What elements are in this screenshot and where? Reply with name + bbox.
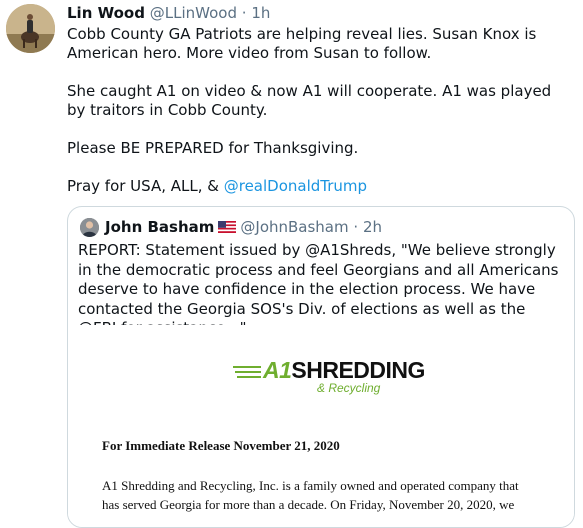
tweet-line-3: Please BE PREPARED for Thanksgiving. [67, 139, 359, 157]
tweet-header: Lin Wood @LLinWood · 1h [67, 3, 270, 23]
logo-text: A1SHREDDING [263, 357, 425, 384]
mention-link[interactable]: @realDonaldTrump [224, 177, 367, 195]
tweet-line-2: She caught A1 on video & now A1 will coo… [67, 82, 552, 119]
logo-a1: A1 [263, 357, 292, 383]
company-logo: A1SHREDDING & Recycling [233, 357, 425, 401]
logo-subtitle: & Recycling [317, 381, 381, 395]
quoted-text: REPORT: Statement issued by @A1Shreds, "… [78, 241, 559, 337]
logo-word: SHREDDING [291, 357, 425, 383]
document-line-1: A1 Shredding and Recycling, Inc. is a fa… [102, 478, 519, 493]
tweet-time[interactable]: 1h [251, 4, 270, 22]
quoted-tweet[interactable]: John Basham @JohnBasham · 2h REPORT: Sta… [67, 206, 575, 528]
tweet-line-1: Cobb County GA Patriots are helping reve… [67, 25, 537, 62]
quoted-author-handle[interactable]: @JohnBasham [240, 218, 348, 236]
author-avatar[interactable] [6, 4, 55, 53]
tweet-body: Cobb County GA Patriots are helping reve… [67, 25, 572, 196]
document-title: For Immediate Release November 21, 2020 [102, 438, 340, 453]
tweet-line-4-prefix: Pray for USA, ALL, & [67, 177, 224, 195]
author-name[interactable]: Lin Wood [67, 4, 145, 22]
document-line-2: has served Georgia for more than a decad… [102, 497, 515, 512]
header-separator: · [241, 4, 247, 22]
us-flag-icon [218, 221, 237, 233]
quoted-author-name[interactable]: John Basham [105, 218, 214, 236]
quoted-separator: · [353, 218, 359, 236]
attached-document-image[interactable]: A1SHREDDING & Recycling For Immediate Re… [68, 325, 574, 527]
quoted-header: John Basham @JohnBasham · 2h [105, 217, 382, 237]
quoted-author-avatar[interactable] [80, 218, 99, 237]
author-handle[interactable]: @LLinWood [150, 4, 237, 22]
tweet-line-4: Pray for USA, ALL, & @realDonaldTrump [67, 177, 572, 196]
quoted-time[interactable]: 2h [363, 218, 382, 236]
